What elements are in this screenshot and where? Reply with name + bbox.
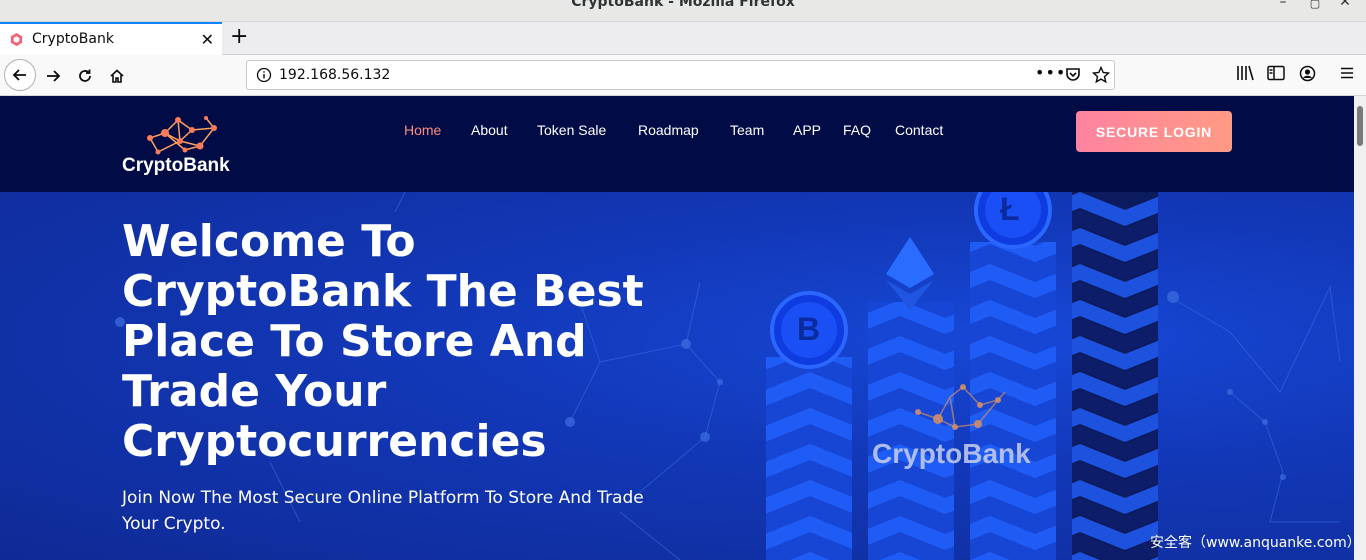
close-window-icon[interactable]: ✕ xyxy=(1338,0,1352,10)
secure-login-button[interactable]: SECURE LOGIN xyxy=(1076,111,1232,152)
account-icon[interactable] xyxy=(1299,65,1316,82)
logo-text[interactable]: CryptoBank xyxy=(122,155,230,177)
home-icon xyxy=(110,69,124,83)
window-title: CryptoBank - Mozilla Firefox xyxy=(571,0,795,10)
library-icon[interactable] xyxy=(1236,65,1254,81)
hero-art-brand-text: CryptoBank xyxy=(872,438,1031,469)
home-button[interactable] xyxy=(102,61,132,91)
url-text[interactable]: 192.168.56.132 xyxy=(279,67,390,83)
forward-button[interactable] xyxy=(38,61,68,91)
cryptobank-logo-icon[interactable] xyxy=(140,116,220,158)
nav-home[interactable]: Home xyxy=(404,122,441,138)
bookmark-star-icon[interactable] xyxy=(1092,66,1110,84)
scrollbar-thumb[interactable] xyxy=(1357,106,1363,146)
site-header: CryptoBank Home About Token Sale Roadmap… xyxy=(0,96,1354,192)
tab-close-icon[interactable]: ✕ xyxy=(201,30,214,49)
tab-strip: CryptoBank ✕ + xyxy=(0,22,1366,55)
watermark-text: 安全客（www.anquanke.com） xyxy=(1150,535,1354,551)
window-title-bar: CryptoBank - Mozilla Firefox – ▢ ✕ xyxy=(0,0,1366,22)
nav-app[interactable]: APP xyxy=(793,122,821,138)
nav-team[interactable]: Team xyxy=(730,122,764,138)
new-tab-icon[interactable]: + xyxy=(230,25,248,49)
page-scrollbar[interactable] xyxy=(1354,96,1366,560)
bitcoin-symbol-icon: B xyxy=(797,311,821,347)
tab-label: CryptoBank xyxy=(32,31,114,47)
hero-subtitle: Join Now The Most Secure Online Platform… xyxy=(122,488,644,534)
info-icon[interactable] xyxy=(256,67,272,83)
litecoin-symbol-icon: Ł xyxy=(1000,192,1020,227)
url-bar[interactable]: 192.168.56.132 ••• xyxy=(246,60,1115,90)
tab-cryptobank[interactable]: CryptoBank ✕ xyxy=(0,22,222,55)
reload-button[interactable] xyxy=(70,61,100,91)
nav-about[interactable]: About xyxy=(471,122,508,138)
reload-icon xyxy=(79,69,91,82)
nav-faq[interactable]: FAQ xyxy=(843,122,871,138)
menu-hamburger-icon[interactable] xyxy=(1339,65,1355,81)
page-content: CryptoBank Home About Token Sale Roadmap… xyxy=(0,96,1354,560)
nav-roadmap[interactable]: Roadmap xyxy=(638,122,699,138)
hero-title: Welcome To CryptoBank The Best Place To … xyxy=(122,216,644,467)
maximize-icon[interactable]: ▢ xyxy=(1308,0,1322,10)
sidebar-icon[interactable] xyxy=(1267,65,1285,81)
minimize-icon[interactable]: – xyxy=(1276,0,1290,10)
pocket-icon[interactable] xyxy=(1064,66,1082,84)
page-actions-icon[interactable]: ••• xyxy=(1035,63,1066,82)
nav-token-sale[interactable]: Token Sale xyxy=(537,122,606,138)
back-arrow-icon xyxy=(12,69,26,81)
back-button[interactable] xyxy=(4,59,36,91)
cryptobank-favicon-icon xyxy=(10,32,23,47)
navigation-toolbar: 192.168.56.132 ••• xyxy=(0,55,1366,96)
nav-contact[interactable]: Contact xyxy=(895,122,943,138)
forward-arrow-icon xyxy=(47,70,61,82)
